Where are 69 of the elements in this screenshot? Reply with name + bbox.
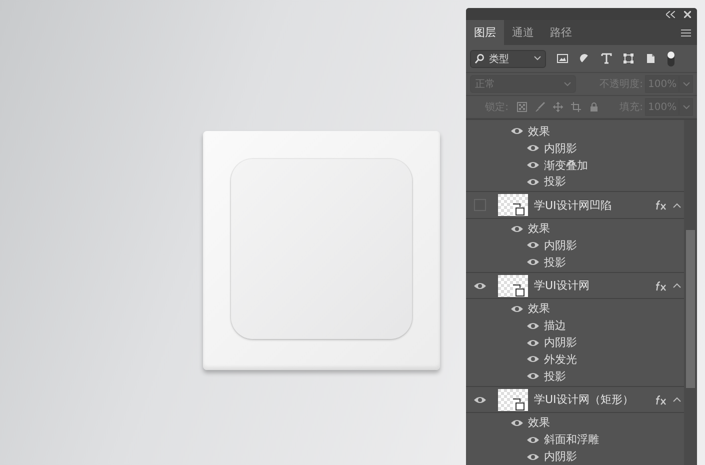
eye-icon[interactable]	[526, 176, 540, 187]
eye-icon[interactable]	[526, 160, 540, 170]
menu-icon[interactable]	[681, 28, 691, 36]
layer-name: 学UI设计网	[534, 278, 590, 294]
eye-icon[interactable]	[526, 434, 540, 445]
chevron-icon	[682, 104, 690, 110]
text-type-icon[interactable]	[601, 53, 612, 64]
effect-name: 描边	[544, 318, 566, 334]
checkerboard-icon[interactable]	[516, 102, 526, 112]
filter-dropdown[interactable]: 类型	[470, 50, 546, 68]
eye-icon[interactable]	[510, 126, 524, 136]
filter-value: 类型	[489, 52, 509, 66]
eye-icon[interactable]	[526, 257, 540, 268]
effect-name: 渐变叠加	[544, 158, 588, 173]
scrollbar-thumb[interactable]	[686, 230, 695, 388]
effect-name: 投影	[544, 174, 566, 190]
effect-name: 内阴影	[544, 449, 577, 464]
eye-icon[interactable]	[526, 143, 540, 154]
fx-icon	[655, 280, 667, 291]
layer-row[interactable]: 学UI设计网	[466, 272, 684, 300]
eye-icon[interactable]	[526, 452, 540, 462]
eye-icon[interactable]	[526, 240, 540, 250]
effect-name: 外发光	[544, 352, 577, 367]
effect-name: 斜面和浮雕	[544, 432, 599, 448]
caret-icon[interactable]	[673, 202, 681, 208]
layer-name: 学UI设计网凹陷	[534, 198, 612, 213]
eye-icon[interactable]	[510, 418, 524, 428]
effect-name: 内阴影	[544, 238, 577, 253]
layer-row[interactable]: 学UI设计网（矩形）	[466, 386, 684, 414]
chevron-icon	[564, 82, 571, 86]
effects-label: 效果	[528, 415, 550, 430]
panel-tab[interactable]: 图层	[466, 20, 504, 45]
close-icon[interactable]	[684, 10, 691, 18]
search-icon	[475, 54, 484, 64]
layer-thumbnail-icon	[498, 194, 528, 216]
effects-label: 效果	[528, 124, 550, 139]
toggle-switch-icon[interactable]	[667, 50, 675, 66]
layer-name: 学UI设计网（矩形）	[534, 392, 634, 408]
eye-icon[interactable]	[473, 394, 487, 405]
circle-half-icon[interactable]	[579, 53, 590, 64]
layer-thumbnail-icon	[498, 388, 528, 411]
transform-box-icon[interactable]	[623, 53, 634, 64]
layer-thumbnail-icon	[498, 274, 528, 297]
eye-icon[interactable]	[510, 304, 524, 314]
eye-icon[interactable]	[526, 320, 540, 331]
fx-icon	[655, 394, 667, 405]
scrollbar[interactable]	[684, 120, 697, 465]
eye-icon[interactable]	[526, 354, 540, 364]
image-filter-icon[interactable]	[557, 53, 568, 64]
eye-icon[interactable]	[526, 338, 540, 348]
effect-name: 内阴影	[544, 335, 577, 350]
document-icon[interactable]	[645, 53, 656, 64]
collapse-icon[interactable]	[666, 10, 675, 18]
eye-icon[interactable]	[510, 224, 524, 234]
chevron-icon	[534, 56, 541, 61]
effect-name: 投影	[544, 368, 566, 384]
effect-name: 投影	[544, 254, 566, 270]
caret-icon[interactable]	[673, 283, 681, 288]
layer-row[interactable]: 学UI设计网凹陷	[466, 191, 684, 220]
fx-icon	[655, 200, 667, 210]
panel-tab[interactable]: 通道	[504, 20, 542, 45]
effects-label: 效果	[528, 301, 550, 316]
panel-tab[interactable]: 路径	[542, 20, 580, 45]
eye-icon[interactable]	[526, 371, 540, 382]
eye-icon[interactable]	[473, 280, 487, 291]
effect-name: 内阴影	[544, 140, 577, 156]
chevron-icon	[682, 82, 690, 86]
effects-label: 效果	[528, 221, 550, 236]
caret-icon[interactable]	[673, 397, 681, 402]
